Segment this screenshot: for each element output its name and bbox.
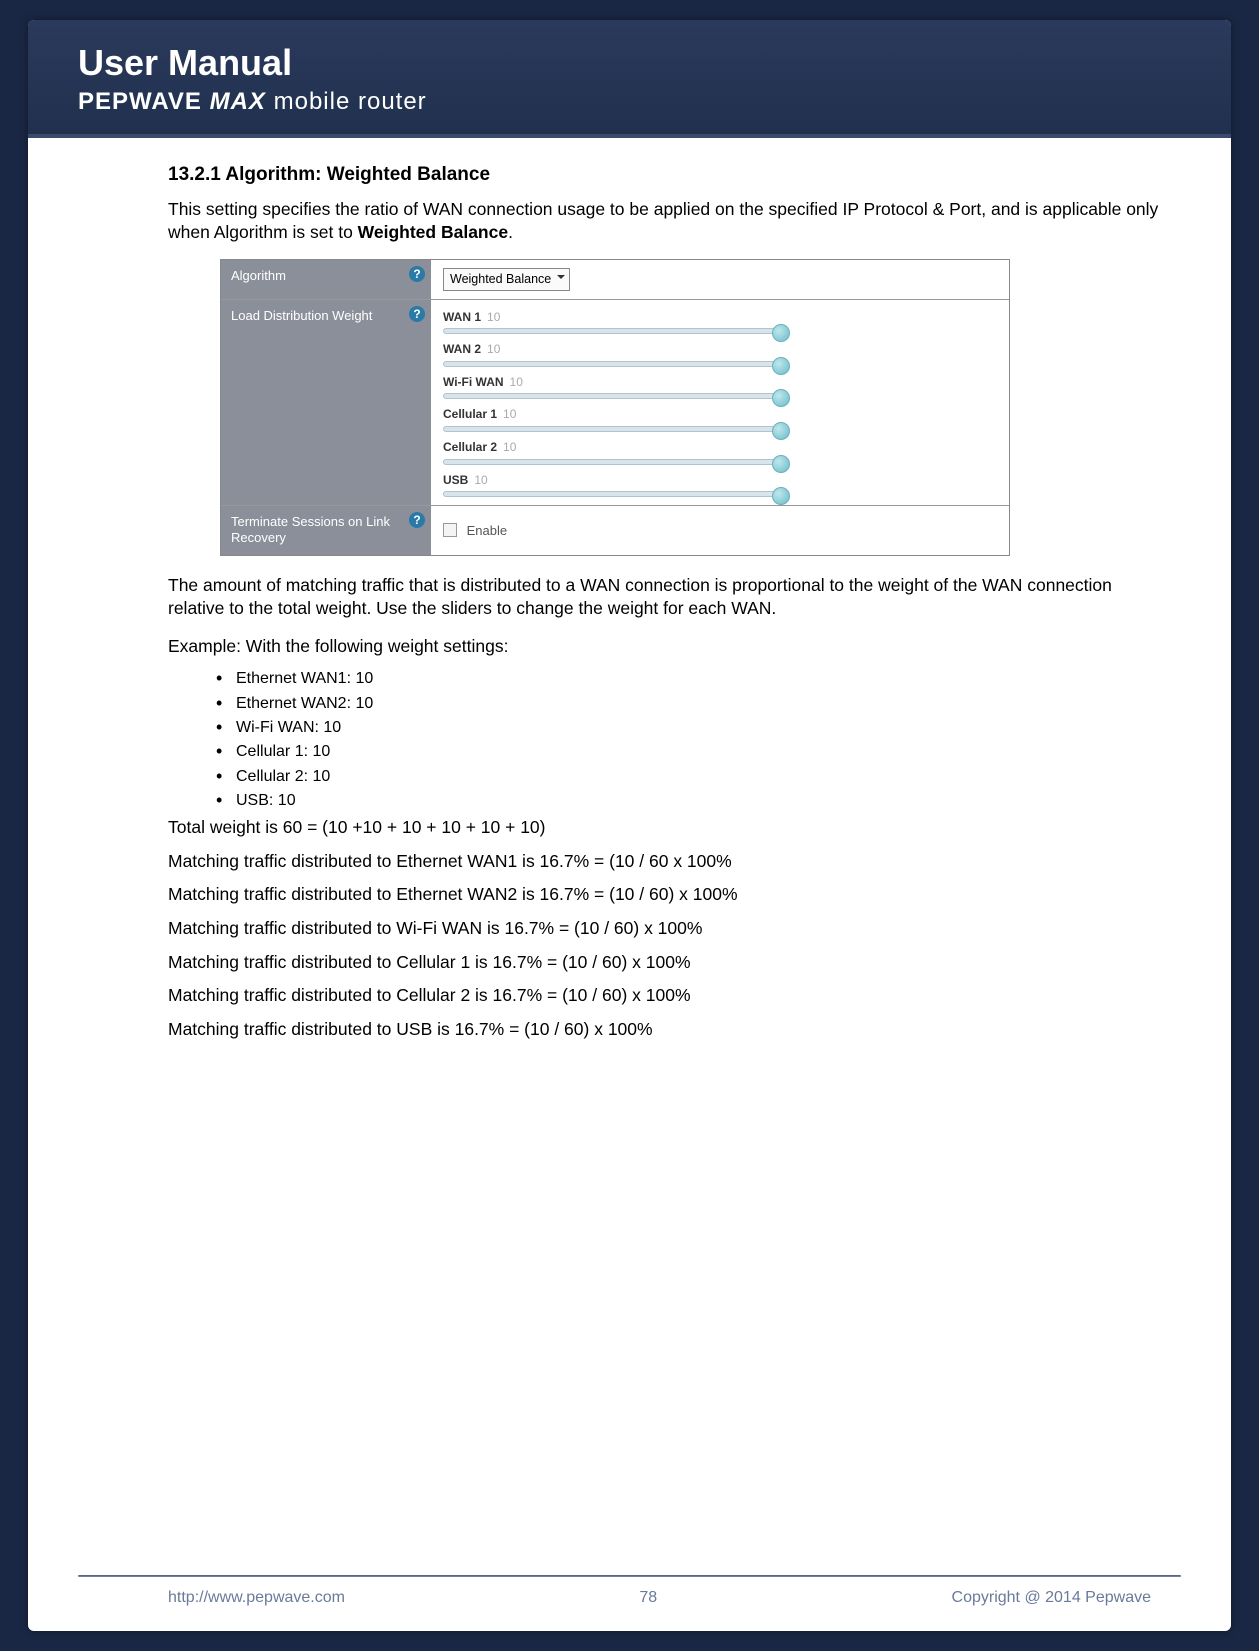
weight-list: Ethernet WAN1: 10 Ethernet WAN2: 10 Wi-F… <box>168 666 1171 812</box>
list-item: Cellular 2: 10 <box>216 764 1171 788</box>
config-value: Enable <box>431 506 1009 555</box>
document-page: User Manual PEPWAVE MAX mobile router 13… <box>28 20 1231 1631</box>
example-label: Example: With the following weight setti… <box>168 635 1171 659</box>
list-item: Cellular 1: 10 <box>216 739 1171 763</box>
wan-slider-row: Wi-Fi WAN 10 <box>443 373 997 400</box>
help-icon[interactable]: ? <box>409 512 425 528</box>
header-subtitle: PEPWAVE MAX mobile router <box>78 88 1191 116</box>
help-icon[interactable]: ? <box>409 306 425 322</box>
wan-slider-row: WAN 1 10 <box>443 308 997 335</box>
wan-slider-row: Cellular 1 10 <box>443 405 997 432</box>
wan-value: 10 <box>510 375 523 389</box>
wan-value: 10 <box>474 473 487 487</box>
config-value: WAN 1 10 WAN 2 10 Wi-Fi WAN 10 Cellular 1 10 <box>431 300 1009 505</box>
label-text: Algorithm <box>231 268 286 283</box>
calc-line: Matching traffic distributed to Cellular… <box>168 951 1171 975</box>
weight-slider[interactable] <box>443 393 783 399</box>
footer-url: http://www.pepwave.com <box>168 1589 345 1607</box>
weight-slider[interactable] <box>443 328 783 334</box>
calc-line: Matching traffic distributed to USB is 1… <box>168 1018 1171 1042</box>
product-tag: mobile router <box>274 88 427 115</box>
page-number: 78 <box>639 1589 657 1607</box>
page-footer: http://www.pepwave.com 78 Copyright @ 20… <box>28 1577 1231 1631</box>
config-label: Terminate Sessions on Link Recovery ? <box>221 506 431 555</box>
wan-name: Wi-Fi WAN <box>443 374 504 390</box>
document-header: User Manual PEPWAVE MAX mobile router <box>28 20 1231 138</box>
list-item: Ethernet WAN1: 10 <box>216 666 1171 690</box>
wan-value: 10 <box>487 310 500 324</box>
config-row-terminate: Terminate Sessions on Link Recovery ? En… <box>221 506 1009 555</box>
explain-paragraph: The amount of matching traffic that is d… <box>168 574 1171 621</box>
page-content: 13.2.1 Algorithm: Weighted Balance This … <box>28 138 1231 1575</box>
config-label: Load Distribution Weight ? <box>221 300 431 505</box>
wan-name: WAN 2 <box>443 341 481 357</box>
config-label: Algorithm ? <box>221 260 431 299</box>
list-item: Ethernet WAN2: 10 <box>216 691 1171 715</box>
algorithm-select[interactable]: Weighted Balance <box>443 268 570 291</box>
weight-slider[interactable] <box>443 459 783 465</box>
label-text: Load Distribution Weight <box>231 308 372 323</box>
wan-name: WAN 1 <box>443 309 481 325</box>
calc-line: Matching traffic distributed to Ethernet… <box>168 850 1171 874</box>
brand-name: PEPWAVE <box>78 88 202 115</box>
copyright: Copyright @ 2014 Pepwave <box>952 1589 1151 1607</box>
wan-slider-row: Cellular 2 10 <box>443 438 997 465</box>
calc-line: Matching traffic distributed to Ethernet… <box>168 883 1171 907</box>
section-title: 13.2.1 Algorithm: Weighted Balance <box>168 162 1171 188</box>
enable-option: Enable <box>443 522 997 540</box>
enable-label: Enable <box>467 523 507 538</box>
list-item: Wi-Fi WAN: 10 <box>216 715 1171 739</box>
weight-slider[interactable] <box>443 361 783 367</box>
model-name: MAX <box>210 88 266 115</box>
label-text: Terminate Sessions on Link Recovery <box>231 514 390 545</box>
wan-name: Cellular 2 <box>443 439 497 455</box>
intro-text-a: This setting specifies the ratio of WAN … <box>168 199 1158 243</box>
config-row-algorithm: Algorithm ? Weighted Balance <box>221 260 1009 300</box>
section-heading: Algorithm: Weighted Balance <box>225 164 490 185</box>
config-screenshot: Algorithm ? Weighted Balance Load Distri… <box>220 259 1010 556</box>
header-title: User Manual <box>78 42 1191 84</box>
enable-checkbox[interactable] <box>443 523 457 537</box>
config-row-weight: Load Distribution Weight ? WAN 1 10 WAN 2… <box>221 300 1009 506</box>
intro-text-b: . <box>508 222 513 242</box>
calc-line: Matching traffic distributed to Cellular… <box>168 984 1171 1008</box>
intro-bold: Weighted Balance <box>358 222 508 242</box>
weight-slider[interactable] <box>443 491 783 497</box>
help-icon[interactable]: ? <box>409 266 425 282</box>
wan-name: USB <box>443 472 468 488</box>
wan-slider-row: WAN 2 10 <box>443 340 997 367</box>
list-item: USB: 10 <box>216 788 1171 812</box>
total-line: Total weight is 60 = (10 +10 + 10 + 10 +… <box>168 816 1171 840</box>
wan-name: Cellular 1 <box>443 406 497 422</box>
wan-value: 10 <box>503 440 516 454</box>
config-value: Weighted Balance <box>431 260 1009 299</box>
wan-slider-row: USB 10 <box>443 471 997 498</box>
wan-value: 10 <box>503 407 516 421</box>
calc-line: Matching traffic distributed to Wi-Fi WA… <box>168 917 1171 941</box>
section-number: 13.2.1 <box>168 164 221 185</box>
weight-slider[interactable] <box>443 426 783 432</box>
wan-value: 10 <box>487 342 500 356</box>
intro-paragraph: This setting specifies the ratio of WAN … <box>168 198 1171 245</box>
